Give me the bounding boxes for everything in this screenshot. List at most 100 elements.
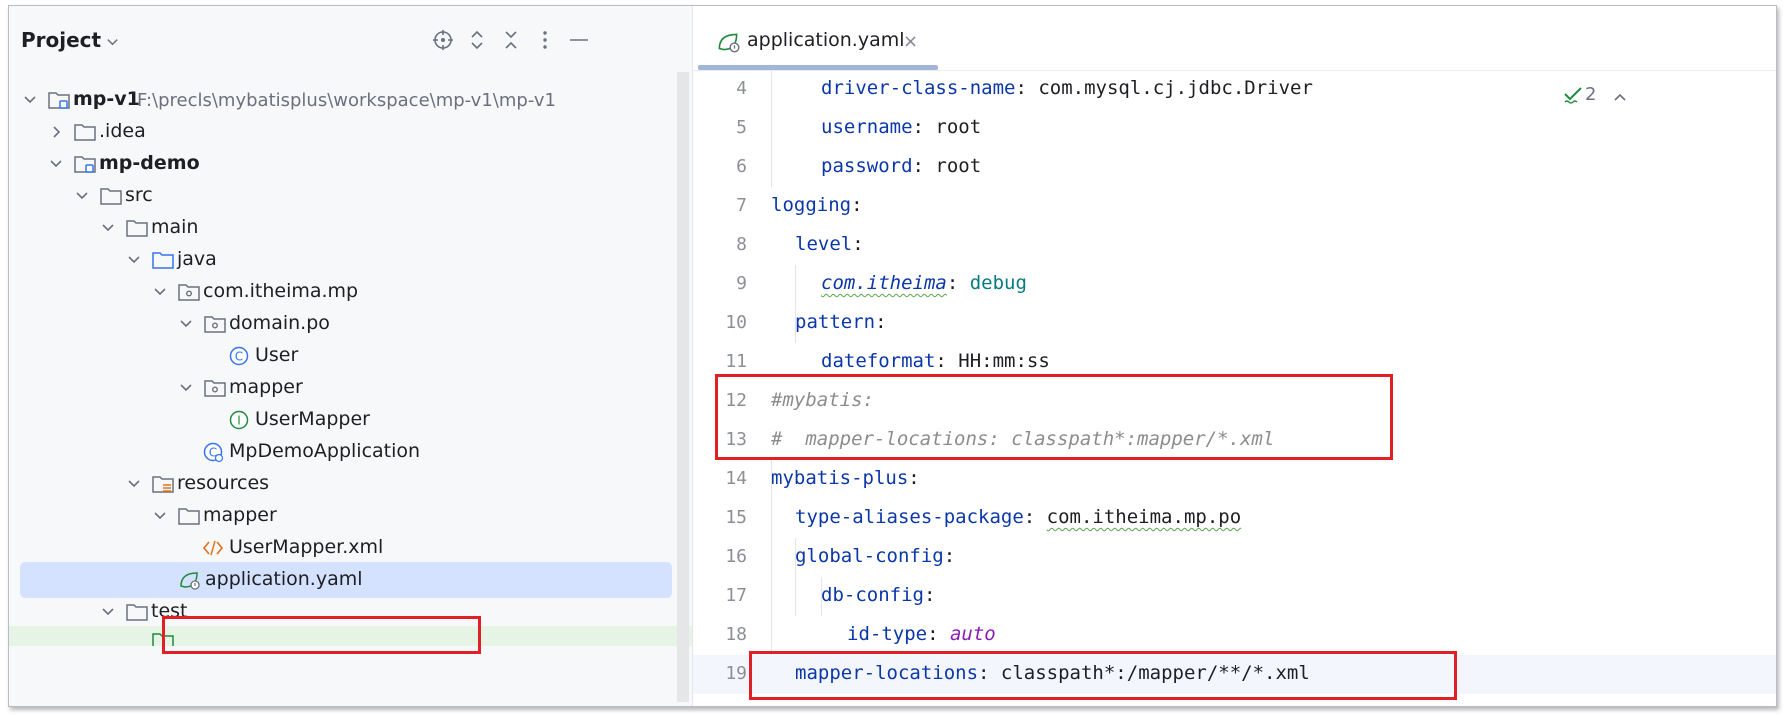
chevron-right-icon[interactable] (49, 125, 63, 139)
chevron-down-icon[interactable] (101, 605, 115, 619)
module-folder-icon (48, 92, 70, 109)
chevron-down-icon[interactable] (105, 34, 120, 49)
line-number: 7 (736, 195, 747, 216)
tree-item-idea[interactable]: .idea (9, 114, 692, 150)
tree-item-mp-v1[interactable]: mp-v1 F:\precls\mybatisplus\workspace\mp… (9, 82, 692, 118)
code-line[interactable]: 14 mybatis-plus: (693, 460, 1776, 499)
project-panel: Project mp-v1 F:\precls\mybatisplus\work… (9, 6, 693, 706)
tree-item-main[interactable]: main (9, 210, 692, 246)
collapse-all-icon[interactable] (499, 28, 523, 52)
code-line[interactable]: 8 level: (693, 226, 1776, 265)
tree-item-domain-po[interactable]: domain.po (9, 306, 692, 342)
test-folder-icon (152, 633, 174, 646)
chevron-down-icon[interactable] (153, 285, 167, 299)
code-line[interactable]: 5 username: root (693, 109, 1776, 148)
editor-panel: application.yaml × 2 4 driver-class-name… (693, 6, 1776, 706)
code-line[interactable]: 4 driver-class-name: com.mysql.cj.jdbc.D… (693, 70, 1776, 109)
code-line[interactable]: 10 pattern: (693, 304, 1776, 343)
spring-boot-class-icon: C (203, 442, 224, 463)
tree-item-src[interactable]: src (9, 178, 692, 214)
tree-item-label: User (255, 344, 299, 366)
line-number: 4 (736, 78, 747, 99)
code-line[interactable]: 15 type-aliases-package: com.itheima.mp.… (693, 499, 1776, 538)
tree-item-mapper-package[interactable]: mapper (9, 370, 692, 406)
project-panel-title[interactable]: Project (21, 28, 101, 52)
yaml-key: id-type (847, 623, 928, 645)
yaml-key: logging (771, 194, 852, 216)
code-line[interactable]: 18 id-type: auto (693, 616, 1776, 655)
tree-item-label: MpDemoApplication (229, 440, 421, 462)
tree-item-application-yaml[interactable]: application.yaml (20, 562, 672, 598)
line-number: 15 (725, 507, 747, 528)
package-icon (204, 380, 226, 397)
chevron-down-icon[interactable] (101, 221, 115, 235)
tree-item-label: .idea (99, 120, 146, 142)
tree-item-com-itheima-mp[interactable]: com.itheima.mp (9, 274, 692, 310)
tree-item-user[interactable]: C User (9, 338, 692, 374)
chevron-down-icon[interactable] (49, 157, 63, 171)
tree-item-label: mp-v1 (73, 88, 140, 110)
hide-panel-icon[interactable] (567, 28, 591, 52)
yaml-value: HH:mm:ss (958, 350, 1050, 372)
yaml-value: auto (949, 623, 996, 645)
tree-item-mp-demo[interactable]: mp-demo (9, 146, 692, 182)
interface-icon: I (229, 410, 249, 430)
chevron-down-icon[interactable] (127, 253, 141, 267)
ide-window: Project mp-v1 F:\precls\mybatisplus\work… (8, 5, 1777, 707)
package-icon (178, 284, 200, 301)
folder-icon (100, 188, 122, 205)
tab-label: application.yaml (747, 29, 905, 51)
expand-all-icon[interactable] (465, 28, 489, 52)
line-number: 10 (725, 312, 747, 333)
tree-item-label: src (125, 184, 153, 206)
tree-item-mpdemoapplication[interactable]: C MpDemoApplication (9, 434, 692, 470)
code-area[interactable]: 4 driver-class-name: com.mysql.cj.jdbc.D… (693, 70, 1776, 706)
chevron-down-icon[interactable] (179, 381, 193, 395)
yaml-key: type-aliases-package (795, 506, 1024, 528)
tree-item-test[interactable]: test (9, 594, 692, 630)
yaml-key: level (795, 233, 853, 255)
code-line[interactable]: 11 dateformat: HH:mm:ss (693, 343, 1776, 382)
chevron-down-icon[interactable] (127, 477, 141, 491)
project-scrollbar[interactable] (677, 72, 689, 702)
code-line[interactable]: 13 # mapper-locations: classpath*:mapper… (693, 421, 1776, 460)
spring-yaml-icon (180, 572, 200, 590)
tree-item-partial[interactable] (9, 626, 692, 646)
code-line[interactable]: 7 logging: (693, 187, 1776, 226)
chevron-down-icon[interactable] (153, 509, 167, 523)
yaml-key: db-config (821, 584, 924, 606)
chevron-down-icon[interactable] (179, 317, 193, 331)
code-line[interactable]: 12 #mybatis: (693, 382, 1776, 421)
locate-icon[interactable] (431, 28, 455, 52)
tree-item-mapper-folder[interactable]: mapper (9, 498, 692, 534)
yaml-value: com.mysql.cj.jdbc.Driver (1038, 77, 1313, 99)
tree-item-label: test (151, 600, 188, 622)
yaml-value: classpath*:/mapper/**/*.xml (1000, 662, 1310, 684)
line-number: 17 (725, 585, 747, 606)
chevron-down-icon[interactable] (23, 93, 37, 107)
yaml-key: username (821, 116, 913, 138)
code-line[interactable]: 6 password: root (693, 148, 1776, 187)
chevron-down-icon[interactable] (75, 189, 89, 203)
tree-item-resources[interactable]: resources (9, 466, 692, 502)
line-number: 14 (725, 468, 747, 489)
yaml-value: root (935, 116, 982, 138)
editor-tab-bar: application.yaml × (693, 6, 1776, 71)
module-folder-icon (74, 156, 96, 173)
line-number: 12 (725, 390, 747, 411)
tree-item-usermapper-xml[interactable]: UserMapper.xml (9, 530, 692, 566)
close-icon[interactable]: × (903, 31, 918, 52)
more-options-icon[interactable] (533, 28, 557, 52)
tab-application-yaml[interactable]: application.yaml × (693, 6, 941, 70)
code-line[interactable]: 17 db-config: (693, 577, 1776, 616)
tree-item-path: F:\precls\mybatisplus\workspace\mp-v1\mp… (137, 90, 556, 111)
line-number: 8 (736, 234, 747, 255)
code-line[interactable]: 16 global-config: (693, 538, 1776, 577)
line-number: 5 (736, 117, 747, 138)
code-line-current[interactable]: 19 mapper-locations: classpath*:/mapper/… (693, 655, 1776, 694)
code-line[interactable]: 9 com.itheima: debug (693, 265, 1776, 304)
yaml-value: root (935, 155, 982, 177)
tree-item-usermapper[interactable]: I UserMapper (9, 402, 692, 438)
svg-text:I: I (237, 414, 241, 428)
tree-item-java[interactable]: java (9, 242, 692, 278)
